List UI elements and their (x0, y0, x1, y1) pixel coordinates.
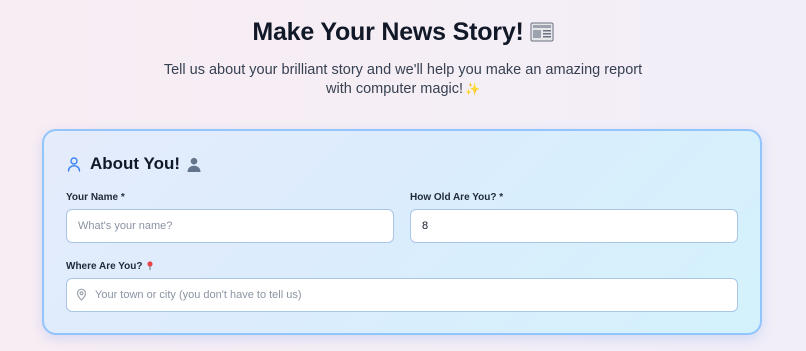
page-subtitle: Tell us about your brilliant story and w… (160, 61, 646, 99)
map-pin-icon (76, 288, 87, 301)
sparkles-icon: ✨ (465, 82, 480, 96)
newspaper-icon (530, 22, 554, 42)
about-you-card: About You! Your Name * How Old Are You? … (42, 129, 762, 335)
section-title: About You! (90, 154, 181, 173)
age-input[interactable] (410, 209, 738, 243)
location-label: Where Are You? (66, 261, 154, 272)
subtitle-text: Tell us about your brilliant story and w… (163, 62, 643, 97)
page-title-text: Make Your News Story! (252, 18, 524, 46)
bust-in-silhouette-icon (187, 157, 201, 172)
round-pushpin-icon (146, 261, 153, 270)
location-label-text: Where Are You? (66, 261, 143, 272)
person-outline-icon (67, 157, 81, 172)
section-header: About You! (66, 154, 202, 174)
age-label: How Old Are You? * (410, 192, 504, 203)
location-input[interactable] (66, 278, 738, 312)
name-input[interactable] (66, 209, 394, 243)
page-title: Make Your News Story! (0, 18, 806, 47)
name-label: Your Name * (66, 192, 125, 203)
